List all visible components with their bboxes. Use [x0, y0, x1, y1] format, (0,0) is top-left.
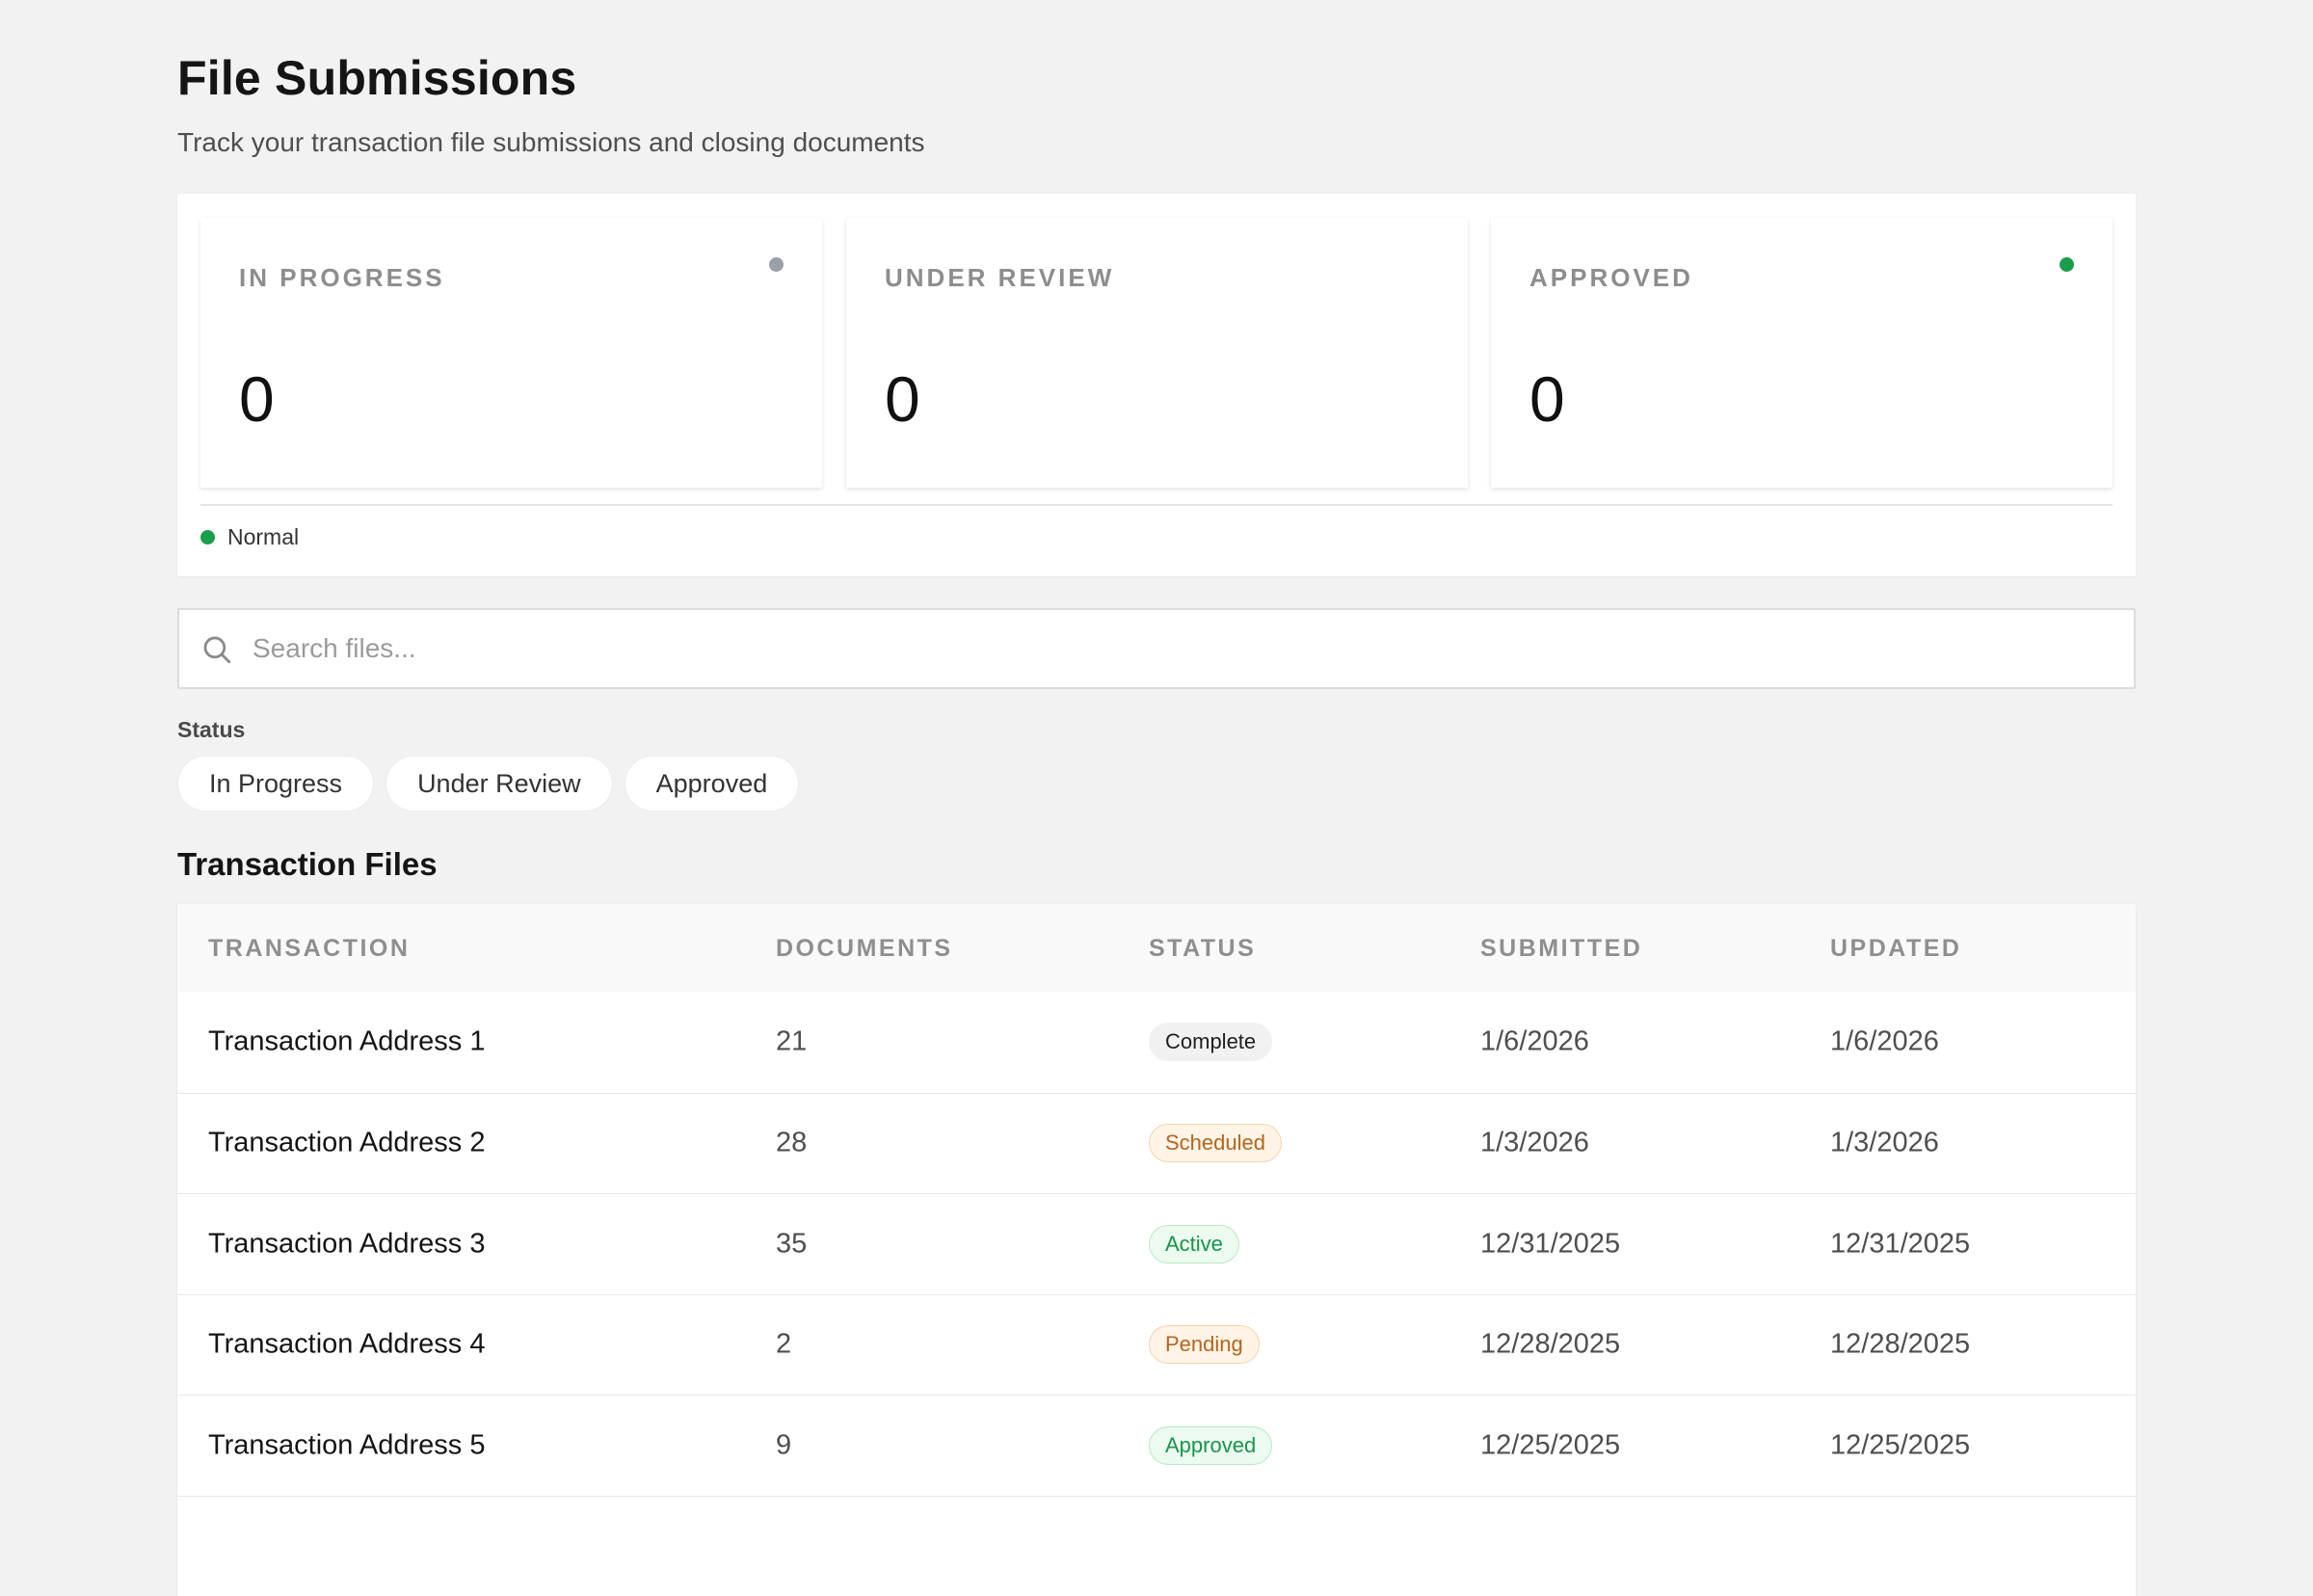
updated-date: 1/6/2026 [1830, 1026, 1939, 1058]
status-badge: Pending [1149, 1325, 1260, 1364]
status-cell: Scheduled [1149, 1124, 1282, 1162]
transaction-name[interactable]: Transaction Address 4 [208, 1329, 485, 1361]
status-cell: Pending [1149, 1325, 1260, 1364]
stats-panel: IN PROGRESS 0 UNDER REVIEW 0 APPROVED 0 … [177, 194, 2136, 576]
transaction-name[interactable]: Transaction Address 3 [208, 1228, 485, 1260]
filter-chip-under-review[interactable]: Under Review [386, 756, 613, 811]
transaction-name[interactable]: Transaction Address 5 [208, 1429, 485, 1461]
submitted-date: 12/28/2025 [1480, 1329, 1620, 1361]
page-title: File Submissions [177, 50, 576, 106]
status-filter-chips: In Progress Under Review Approved [177, 756, 799, 811]
section-title: Transaction Files [177, 846, 438, 883]
legend-label: Normal [227, 524, 299, 550]
table-header: TRANSACTION DOCUMENTS STATUS SUBMITTED U… [177, 904, 2136, 992]
table-row[interactable]: Transaction Address 3 35 Active 12/31/20… [177, 1193, 2136, 1294]
document-count: 21 [776, 1026, 807, 1058]
updated-date: 12/31/2025 [1830, 1228, 1970, 1260]
page-subtitle: Track your transaction file submissions … [177, 127, 925, 158]
column-header-status[interactable]: STATUS [1149, 935, 1256, 963]
stat-card-in-progress: IN PROGRESS 0 [200, 218, 822, 488]
legend-dot-icon [200, 530, 215, 545]
transaction-table: TRANSACTION DOCUMENTS STATUS SUBMITTED U… [177, 904, 2136, 1596]
document-count: 35 [776, 1228, 807, 1260]
stat-card-approved: APPROVED 0 [1491, 218, 2113, 488]
status-badge: Approved [1149, 1426, 1272, 1465]
table-row[interactable]: Transaction Address 4 2 Pending 12/28/20… [177, 1294, 2136, 1396]
stat-label: APPROVED [1529, 263, 1693, 293]
table-row[interactable]: Transaction Address 2 28 Scheduled 1/3/2… [177, 1093, 2136, 1194]
transaction-name[interactable]: Transaction Address 2 [208, 1128, 485, 1159]
column-header-transaction[interactable]: TRANSACTION [208, 935, 410, 963]
status-dot-icon [2060, 257, 2074, 272]
updated-date: 12/28/2025 [1830, 1329, 1970, 1361]
search-box[interactable] [177, 608, 2136, 689]
stat-value: 0 [1529, 362, 1565, 436]
status-cell: Active [1149, 1225, 1239, 1264]
document-count: 28 [776, 1128, 807, 1159]
updated-date: 12/25/2025 [1830, 1429, 1970, 1461]
submitted-date: 12/31/2025 [1480, 1228, 1620, 1260]
status-cell: Complete [1149, 1023, 1272, 1061]
stat-card-under-review: UNDER REVIEW 0 [846, 218, 1468, 488]
status-badge: Active [1149, 1225, 1239, 1264]
stat-label: IN PROGRESS [239, 263, 445, 293]
table-row[interactable]: Transaction Address 1 21 Complete 1/6/20… [177, 992, 2136, 1093]
search-icon [200, 633, 233, 666]
submitted-date: 1/6/2026 [1480, 1026, 1589, 1058]
column-header-submitted[interactable]: SUBMITTED [1480, 935, 1642, 963]
search-input[interactable] [253, 610, 2084, 687]
legend: Normal [200, 524, 299, 550]
status-badge: Scheduled [1149, 1124, 1282, 1162]
document-count: 2 [776, 1329, 791, 1361]
submitted-date: 1/3/2026 [1480, 1128, 1589, 1159]
table-row[interactable] [177, 1496, 2136, 1596]
status-dot-icon [769, 257, 784, 272]
status-badge: Complete [1149, 1023, 1272, 1061]
status-cell: Approved [1149, 1426, 1272, 1465]
column-header-updated[interactable]: UPDATED [1830, 935, 1961, 963]
filter-label: Status [177, 717, 245, 743]
stat-value: 0 [885, 362, 920, 436]
divider [200, 504, 2113, 506]
stat-label: UNDER REVIEW [885, 263, 1114, 293]
filter-chip-in-progress[interactable]: In Progress [177, 756, 374, 811]
table-row[interactable]: Transaction Address 5 9 Approved 12/25/2… [177, 1395, 2136, 1496]
column-header-documents[interactable]: DOCUMENTS [776, 935, 953, 963]
table-body: Transaction Address 1 21 Complete 1/6/20… [177, 992, 2136, 1596]
filter-chip-approved[interactable]: Approved [625, 756, 800, 811]
document-count: 9 [776, 1429, 791, 1461]
stat-value: 0 [239, 362, 275, 436]
updated-date: 1/3/2026 [1830, 1128, 1939, 1159]
submitted-date: 12/25/2025 [1480, 1429, 1620, 1461]
transaction-name[interactable]: Transaction Address 1 [208, 1026, 485, 1058]
